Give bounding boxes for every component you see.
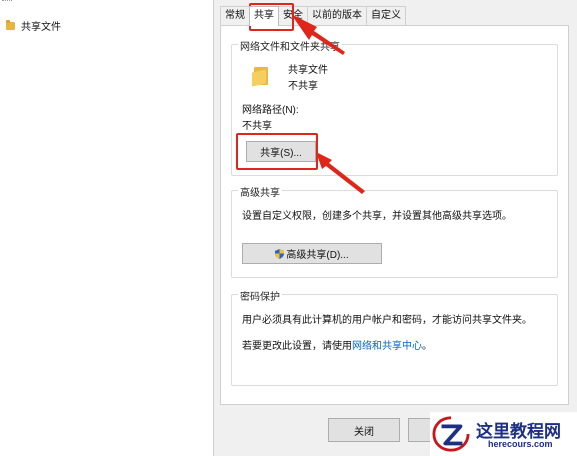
tab-sharing[interactable]: 共享 bbox=[249, 6, 279, 26]
button-arrow bbox=[316, 152, 365, 194]
tab-arrow bbox=[291, 14, 345, 55]
watermark-url: herecours.com bbox=[488, 439, 553, 449]
watermark: 这里教程网 herecours.com bbox=[430, 412, 577, 456]
annotation-arrows bbox=[291, 14, 365, 194]
watermark-logo-icon bbox=[432, 416, 470, 452]
